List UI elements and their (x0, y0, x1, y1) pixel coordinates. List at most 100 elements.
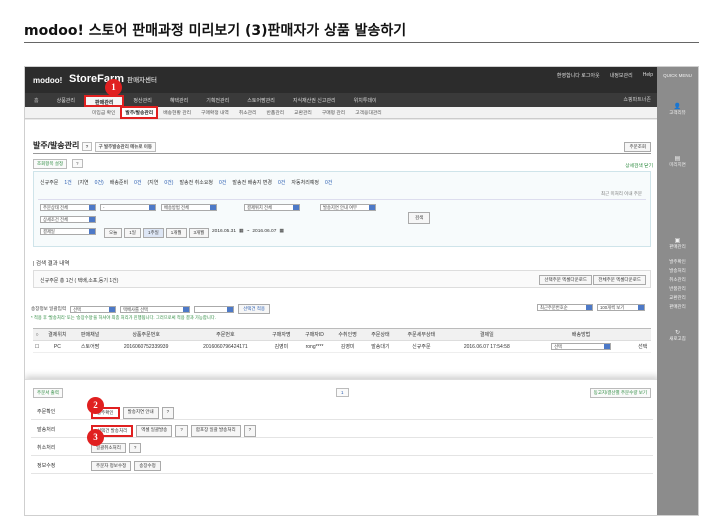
col-checkbox[interactable]: ○ (33, 328, 41, 341)
submenu-order-shipping[interactable]: 발주/발송관리 (120, 106, 159, 119)
date-chips: 오늘 1일 1주일 1개월 3개월 (104, 228, 210, 238)
order-query-button[interactable]: 주문조회 (624, 142, 651, 152)
detail-condition-select[interactable]: 상세조건 전체 (40, 216, 96, 223)
quick-item-review[interactable]: 👤 고객리뷰 (657, 103, 698, 116)
submenu-cancel[interactable]: 취소관리 (234, 109, 262, 116)
calendar-to-icon[interactable]: ▦ (279, 229, 284, 234)
date-from[interactable]: 2016.05.31 (212, 229, 236, 234)
pagination-page[interactable]: 1 (336, 388, 349, 397)
bulk-apply-button[interactable]: 선택건 적용 (238, 304, 271, 314)
submenu-return[interactable]: 반품관리 (262, 109, 290, 116)
quick-sub-sales[interactable]: 판매관리 (657, 302, 698, 311)
quick-item-preview[interactable]: ▤ 미리지면 (657, 155, 698, 168)
date-type-select[interactable]: 결제일 (40, 228, 96, 235)
stat-auto-label: 자동처리예정 (291, 180, 320, 186)
excel-selected-button[interactable]: 선택주문 엑셀다운로드 (539, 275, 592, 285)
stat-cancel-value[interactable]: 0건 (219, 179, 226, 186)
row-checkbox[interactable]: ☐ (33, 340, 41, 353)
submenu-review[interactable]: 구매평 관리 (317, 109, 350, 116)
search-button[interactable]: 검색 (408, 212, 431, 224)
quick-sub-ship[interactable]: 발송처리 (657, 266, 698, 275)
payment-location-select[interactable]: 결제위치 전체 (244, 204, 300, 211)
quick-refresh-label: 새로고침 (669, 336, 686, 341)
print-order-button[interactable]: 주문서 출력 (33, 388, 63, 398)
stat-prep-delay-value[interactable]: 0건) (164, 179, 173, 186)
date-chip-3month[interactable]: 3개월 (188, 228, 210, 238)
ship-help-icon[interactable]: ? (175, 425, 188, 437)
welcome-logout-link[interactable]: 환영합니다 로그아웃 (557, 72, 600, 79)
date-chip-1week[interactable]: 1주일 (142, 228, 164, 238)
menu-home[interactable]: 홈 (25, 97, 48, 104)
quick-item-sales[interactable]: ▣ 판매관리 (657, 237, 698, 250)
edit-orderer-button[interactable]: 주문자 정보수정 (91, 461, 132, 471)
orders-table: ○ 결제위치 판매채널 상품주문번호 주문번호 구매자명 구매자ID 수취인명 … (33, 328, 651, 353)
menu-sales[interactable]: 판매관리 (84, 95, 125, 107)
menu-exhibition[interactable]: 기획전관리 (197, 97, 238, 104)
confirm-help-icon[interactable]: ? (161, 407, 175, 419)
detail-search-toggle[interactable]: 상세검색 닫기 (625, 162, 653, 169)
menu-location[interactable]: 위치투데이 (345, 97, 386, 104)
combined-ship-button[interactable]: 합포장 일괄 발송처리 (190, 425, 241, 437)
stat-new-delay-value[interactable]: 0건) (95, 179, 104, 186)
delay-notice-select[interactable]: 발송지연 안내 여부 (320, 204, 376, 211)
cancel-help-icon[interactable]: ? (128, 443, 142, 453)
quick-refresh[interactable]: ↻ 새로고침 (657, 329, 698, 342)
quick-sub-cancel[interactable]: 취소관리 (657, 275, 698, 284)
refresh-icon: ↻ (674, 330, 681, 336)
page-size-select[interactable]: 100개씩 보기 (597, 304, 645, 311)
bulk-select-1[interactable]: 선택 (70, 305, 117, 313)
date-chip-1day[interactable]: 1일 (124, 228, 141, 238)
stat-address-value[interactable]: 0건 (278, 179, 285, 186)
courier-select[interactable]: 택배사를 선택 (120, 305, 191, 313)
app-title-sub: 판매자센터 (127, 77, 157, 84)
page-help-icon[interactable]: ? (81, 142, 93, 151)
menu-product[interactable]: 상품관리 (48, 97, 84, 104)
excel-bulk-ship-button[interactable]: 엑셀 일괄발송 (136, 425, 173, 437)
stat-prep-value[interactable]: 0건 (134, 179, 141, 186)
submenu-customer[interactable]: 고객응대관리 (350, 109, 386, 116)
delivery-method-select[interactable]: 배송방법 전체 (161, 204, 217, 211)
quick-sub-return[interactable]: 반품관리 (657, 284, 698, 293)
date-chip-1month[interactable]: 1개월 (165, 228, 187, 238)
submenu-delivery-status[interactable]: 배송현황 관리 (158, 109, 196, 116)
delay-notice-button[interactable]: 발송지연 안내 (122, 407, 159, 419)
sub-status-select[interactable]: - (100, 204, 156, 211)
my-info-link[interactable]: 내정보관리 (610, 72, 633, 79)
cell-product-order-no[interactable]: 2016060752339939 (106, 340, 186, 353)
submenu-unpaid[interactable]: 미입금 확인 (87, 109, 120, 116)
refresh-note[interactable]: 최근 미처리 이내 주문 (601, 191, 642, 197)
cell-order-no: 2016060796424171 (185, 340, 265, 353)
date-to[interactable]: 2016.06.07 (252, 229, 276, 234)
stat-auto-value[interactable]: 0건 (325, 179, 332, 186)
calendar-from-icon[interactable]: ▦ (239, 229, 244, 234)
sort-select[interactable]: 최근주문번호순 (537, 304, 593, 311)
cell-delivery-method[interactable]: 선택 (527, 340, 635, 353)
modoo-logo[interactable]: modoo! (33, 76, 62, 85)
quick-sub-exchange[interactable]: 교환관리 (657, 293, 698, 302)
submenu-purchase-confirm[interactable]: 구매확정 내역 (196, 109, 234, 116)
quick-sub-confirm[interactable]: 발주확인 (657, 257, 698, 266)
filter-settings-button[interactable]: 조회항목 설정 (33, 159, 68, 169)
submenu-exchange[interactable]: 교환관리 (289, 109, 317, 116)
menu-storefarm[interactable]: 스토어팜관리 (238, 97, 284, 104)
menu-settlement[interactable]: 정산관리 (124, 97, 160, 104)
help-link[interactable]: Help (643, 72, 653, 79)
quantity-view-button[interactable]: 동고지/결산별 주문수량 보기 (589, 388, 651, 398)
filter-help-icon[interactable]: ? (72, 159, 83, 168)
edit-tracking-button[interactable]: 송장수정 (134, 461, 161, 471)
menu-ip-report[interactable]: 지식재산권 신고관리 (284, 97, 345, 104)
old-menu-link[interactable]: 구 발주발송관리 메뉴로 이동 (94, 142, 157, 152)
delivery-method-select-row[interactable]: 선택 (551, 343, 612, 350)
menu-benefit[interactable]: 혜택관리 (161, 97, 197, 104)
combined-help-icon[interactable]: ? (243, 425, 257, 437)
table-row[interactable]: ☐ PC 스토어팜 2016060752339939 2016060796424… (33, 340, 651, 353)
shopping-partner-link[interactable]: 쇼핑파트너존 (623, 96, 651, 103)
order-status-select[interactable]: 주문상태 전체 (40, 204, 96, 211)
stat-new-value[interactable]: 1건 (64, 179, 71, 186)
date-chip-today[interactable]: 오늘 (104, 228, 123, 238)
excel-all-button[interactable]: 전체주문 엑셀다운로드 (593, 275, 646, 285)
cell-extra[interactable]: 선택 (634, 340, 651, 353)
tracking-input[interactable] (194, 305, 235, 313)
quick-item-review-label: 고객리뷰 (669, 110, 686, 115)
cell-detail-status: 신규주문 (396, 340, 446, 353)
